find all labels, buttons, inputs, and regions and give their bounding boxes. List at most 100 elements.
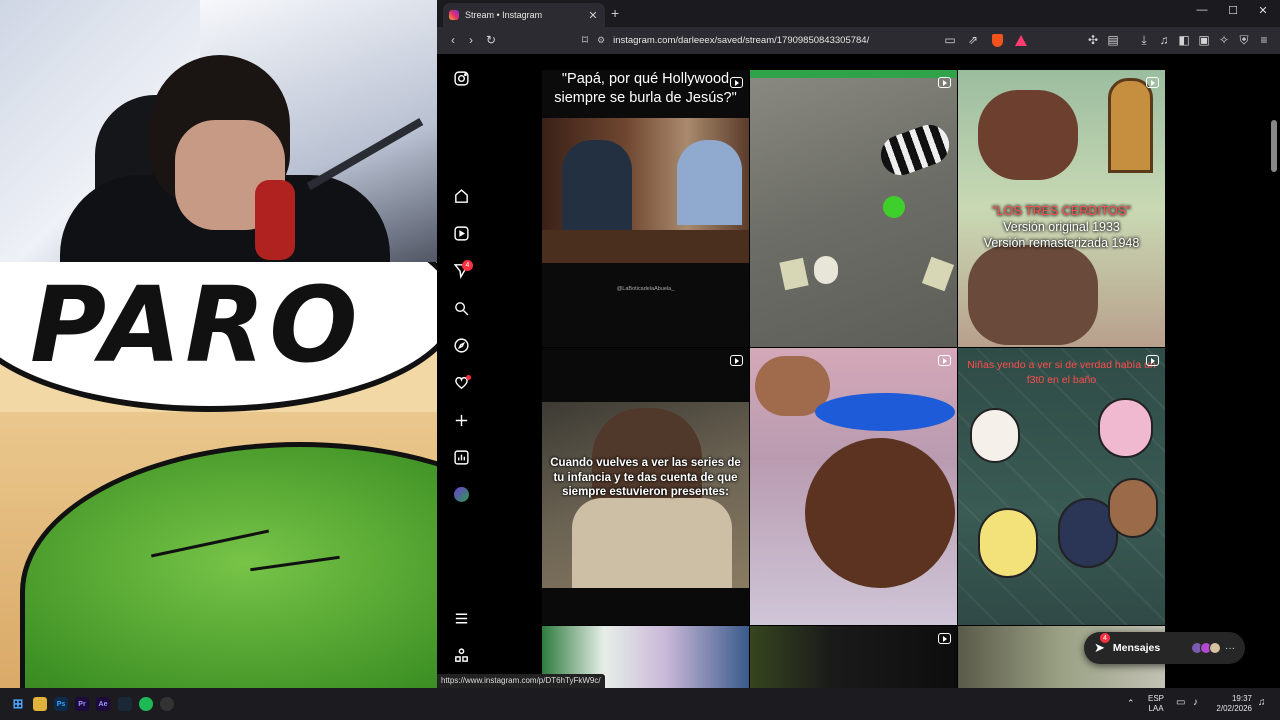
instagram-page: 4 "Papá, por qué Hollywood siempre se bu… xyxy=(437,54,1280,688)
dashboard-icon[interactable] xyxy=(451,447,471,467)
menu-icon[interactable] xyxy=(451,608,471,628)
browser-menu-icon[interactable]: ≡ xyxy=(1256,32,1272,48)
reel-icon xyxy=(1146,355,1159,366)
language-top: ESP xyxy=(1148,694,1165,703)
cast-icon[interactable]: ▭ xyxy=(942,32,958,48)
thumbnail-bill xyxy=(779,257,809,291)
clock[interactable]: 19:37 2/02/2026 xyxy=(1212,694,1252,714)
bookmark-icon[interactable]: ⌑ xyxy=(577,32,593,48)
clock-time: 19:37 xyxy=(1231,694,1252,703)
post-tile[interactable]: "Papá, por qué Hollywood siempre se burl… xyxy=(542,70,749,347)
windows-taskbar: ⊞ Ps Pr Ae ⌃ ESP LAA ▭ ♪ 19:37 2/02/2026… xyxy=(0,688,1280,720)
browser-toolbar: ‹ › ↻ ⌑ ⚙ instagram.com/darleeex/saved/s… xyxy=(437,27,1280,54)
after-effects-icon[interactable]: Ae xyxy=(96,697,110,711)
thumbnail-door xyxy=(1108,78,1153,173)
new-tab-plus-icon[interactable]: + xyxy=(611,5,619,21)
network-icon[interactable]: ▭ xyxy=(1176,698,1185,708)
reel-icon xyxy=(938,77,951,88)
search-icon[interactable] xyxy=(451,298,471,318)
more-apps-icon[interactable] xyxy=(451,645,471,665)
webcam-feed xyxy=(0,0,437,262)
desktop-screen: PARO Stream • Instagram ✕ + — ☐ ✕ ‹ › ↻ … xyxy=(0,0,1280,720)
explore-icon[interactable] xyxy=(451,335,471,355)
notification-bell-icon[interactable]: ♫ xyxy=(1258,698,1266,708)
reel-icon xyxy=(1146,77,1159,88)
tab-search-icon[interactable]: ▤ xyxy=(1105,32,1121,48)
post-watermark: @LaBoticadelaAbuela_ xyxy=(616,286,675,292)
thumbnail-face xyxy=(805,438,955,588)
brave-rewards-icon[interactable] xyxy=(1015,35,1027,46)
file-explorer-icon[interactable] xyxy=(33,697,47,711)
profile-avatar[interactable] xyxy=(454,487,469,502)
thumbnail-sandal xyxy=(875,119,955,181)
post-tile[interactable]: Niñas yendo a ver si de verdad había un … xyxy=(958,348,1165,625)
language-bottom: LAA xyxy=(1148,704,1164,713)
post-tile[interactable] xyxy=(750,626,957,688)
reels-icon[interactable] xyxy=(451,223,471,243)
thumbnail-plate xyxy=(815,393,955,431)
window-close-icon[interactable]: ✕ xyxy=(1253,4,1273,17)
spotify-icon[interactable] xyxy=(139,697,153,711)
photoshop-icon[interactable]: Ps xyxy=(54,697,68,711)
back-arrow-icon[interactable]: ‹ xyxy=(445,32,461,48)
reload-icon[interactable]: ↻ xyxy=(483,32,499,48)
steam-icon[interactable] xyxy=(118,697,132,711)
post-tile[interactable] xyxy=(750,70,957,347)
post-tile[interactable]: Cuando vuelves a ver las series de tu in… xyxy=(542,348,749,625)
chevron-up-icon[interactable]: ⌃ xyxy=(1127,698,1135,708)
thumbnail-figure xyxy=(562,140,632,230)
thumbnail-character xyxy=(1108,478,1158,538)
share-icon[interactable]: ⇗ xyxy=(965,32,981,48)
minimize-icon[interactable]: — xyxy=(1192,4,1212,16)
premiere-icon[interactable]: Pr xyxy=(75,697,89,711)
messages-icon: ➤ 4 xyxy=(1094,633,1110,656)
instagram-logo-icon[interactable] xyxy=(451,68,471,88)
thumbnail-character xyxy=(978,508,1038,578)
download-icon[interactable]: ⤓ xyxy=(1136,32,1152,48)
vpn-icon[interactable]: ⛨ xyxy=(1236,32,1252,48)
messages-badge: 4 xyxy=(1100,633,1110,643)
reel-icon xyxy=(730,355,743,366)
thumbnail-figure xyxy=(677,140,742,225)
post-caption: "LOS TRES CERDITOS" Versión original 193… xyxy=(958,203,1165,251)
more-icon[interactable]: ··· xyxy=(1225,643,1235,654)
extensions-icon[interactable]: ✣ xyxy=(1085,32,1101,48)
home-icon[interactable] xyxy=(451,186,471,206)
thumbnail-character xyxy=(968,245,1098,345)
reel-icon xyxy=(730,77,743,88)
create-plus-icon[interactable] xyxy=(451,410,471,430)
post-tile[interactable]: "LOS TRES CERDITOS" Versión original 193… xyxy=(958,70,1165,347)
messages-label: Mensajes xyxy=(1112,642,1161,654)
thumbnail-character xyxy=(1098,398,1153,458)
messages-button[interactable]: ➤ 4 Mensajes ··· xyxy=(1084,632,1245,664)
obs-icon[interactable] xyxy=(160,697,174,711)
language-indicator[interactable]: ESP LAA xyxy=(1148,694,1164,714)
thumbnail-strip xyxy=(750,70,957,78)
brave-shield-icon[interactable] xyxy=(992,34,1003,47)
microphone xyxy=(255,180,295,260)
wallet-icon[interactable]: ▣ xyxy=(1196,32,1212,48)
site-info-icon[interactable]: ⚙ xyxy=(597,35,605,46)
post-caption: Niñas yendo a ver si de verdad había un … xyxy=(967,359,1156,386)
tab-title: Stream • Instagram xyxy=(465,10,543,20)
caption-line: Versión original 1933 xyxy=(1003,220,1120,234)
page-scrollbar[interactable] xyxy=(1269,54,1279,688)
thumbnail-bill xyxy=(921,256,955,292)
browser-window: Stream • Instagram ✕ + — ☐ ✕ ‹ › ↻ ⌑ ⚙ i… xyxy=(437,0,1280,688)
media-icon[interactable]: ♫ xyxy=(1156,32,1172,48)
volume-icon[interactable]: ♪ xyxy=(1193,698,1198,708)
forward-arrow-icon[interactable]: › xyxy=(463,32,479,48)
sidebar-icon[interactable]: ◧ xyxy=(1176,32,1192,48)
scrollbar-thumb[interactable] xyxy=(1271,120,1277,172)
leo-ai-icon[interactable]: ✧ xyxy=(1216,32,1232,48)
post-caption: Cuando vuelves a ver las series de tu in… xyxy=(550,457,741,498)
reel-icon xyxy=(938,633,951,644)
reel-icon xyxy=(938,355,951,366)
maximize-icon[interactable]: ☐ xyxy=(1223,4,1243,17)
close-icon[interactable]: ✕ xyxy=(587,9,599,22)
tab-instagram[interactable]: Stream • Instagram ✕ xyxy=(443,3,605,27)
address-bar[interactable]: ⚙ instagram.com/darleeex/saved/stream/17… xyxy=(597,31,1057,50)
tab-bar: Stream • Instagram ✕ + — ☐ ✕ xyxy=(437,0,1280,27)
post-tile[interactable] xyxy=(750,348,957,625)
windows-start-icon[interactable]: ⊞ xyxy=(11,696,25,711)
